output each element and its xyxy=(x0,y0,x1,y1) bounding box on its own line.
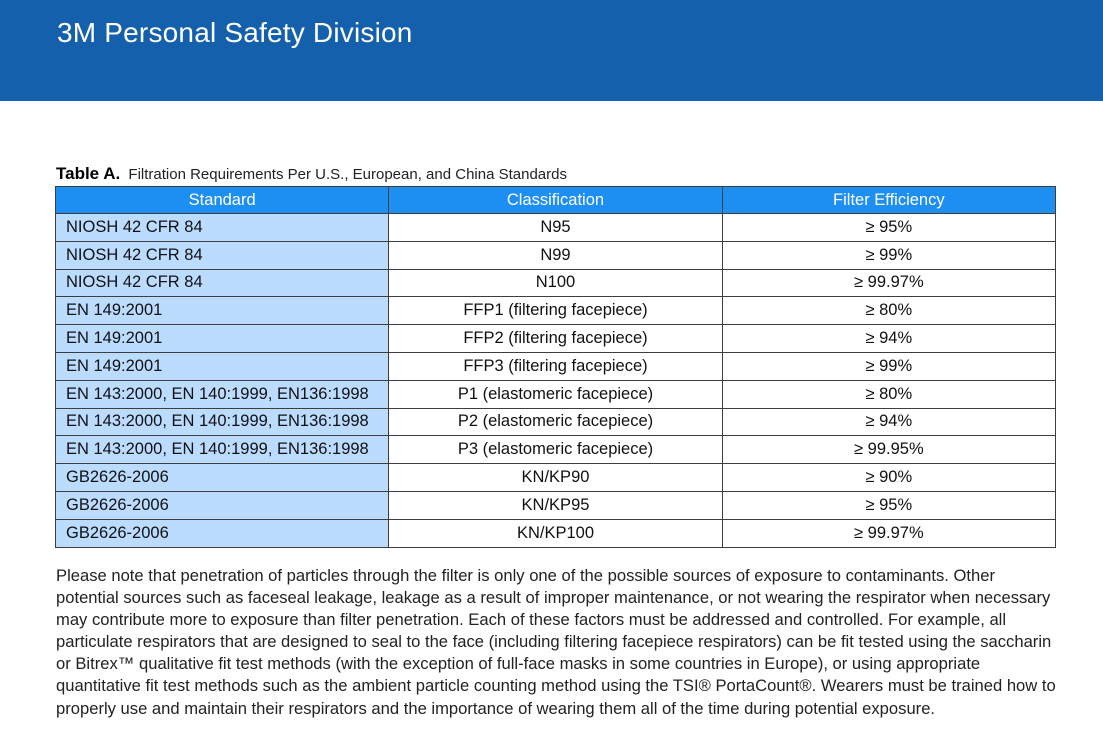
table-row: GB2626-2006 KN/KP95 ≥ 95% xyxy=(54,490,1057,520)
table-caption-label: Table A. xyxy=(56,164,121,183)
cell-standard: EN 149:2001 xyxy=(54,296,390,326)
cell-standard: EN 149:2001 xyxy=(54,324,390,353)
header-band: 3M Personal Safety Division xyxy=(0,0,1103,101)
filtration-table-container: Standard Classification Filter Efficienc… xyxy=(54,186,1057,548)
cell-standard: EN 143:2000, EN 140:1999, EN136:1998 xyxy=(54,407,390,437)
cell-classification: KN/KP90 xyxy=(388,463,723,492)
filtration-table: Standard Classification Filter Efficienc… xyxy=(54,186,1057,548)
cell-standard: EN 149:2001 xyxy=(54,351,390,381)
cell-classification: N95 xyxy=(388,213,723,242)
table-row: EN 143:2000, EN 140:1999, EN136:1998 P2 (… xyxy=(54,407,1057,437)
table-caption-text: Filtration Requirements Per U.S., Europe… xyxy=(128,166,567,183)
cell-standard: GB2626-2006 xyxy=(54,518,390,548)
cell-standard: EN 143:2000, EN 140:1999, EN136:1998 xyxy=(54,379,390,409)
cell-filter-efficiency: ≥ 99% xyxy=(721,240,1057,270)
table-row: NIOSH 42 CFR 84 N95 ≥ 95% xyxy=(54,213,1057,242)
column-header-standard: Standard xyxy=(54,186,390,214)
cell-filter-efficiency: ≥ 99.97% xyxy=(721,268,1057,298)
cell-standard: GB2626-2006 xyxy=(54,490,390,520)
table-header-row: Standard Classification Filter Efficienc… xyxy=(54,186,1057,214)
cell-classification: FFP1 (filtering facepiece) xyxy=(388,296,723,326)
cell-classification: KN/KP100 xyxy=(388,518,723,548)
cell-filter-efficiency: ≥ 80% xyxy=(721,379,1057,409)
table-row: EN 143:2000, EN 140:1999, EN136:1998 P1 (… xyxy=(54,379,1057,409)
cell-classification: P2 (elastomeric facepiece) xyxy=(388,407,723,437)
cell-classification: FFP2 (filtering facepiece) xyxy=(388,324,723,353)
cell-filter-efficiency: ≥ 99% xyxy=(721,351,1057,381)
cell-classification: N99 xyxy=(388,240,723,270)
cell-standard: NIOSH 42 CFR 84 xyxy=(54,213,390,242)
table-row: GB2626-2006 KN/KP90 ≥ 90% xyxy=(54,463,1057,492)
table-row: GB2626-2006 KN/KP100 ≥ 99.97% xyxy=(54,518,1057,548)
column-header-classification: Classification xyxy=(388,186,723,214)
table-row: NIOSH 42 CFR 84 N100 ≥ 99.97% xyxy=(54,268,1057,298)
cell-classification: P1 (elastomeric facepiece) xyxy=(388,379,723,409)
cell-classification: FFP3 (filtering facepiece) xyxy=(388,351,723,381)
cell-filter-efficiency: ≥ 99.97% xyxy=(721,518,1057,548)
cell-filter-efficiency: ≥ 94% xyxy=(721,407,1057,437)
cell-filter-efficiency: ≥ 94% xyxy=(721,324,1057,353)
table-caption: Table A. Filtration Requirements Per U.S… xyxy=(56,164,567,184)
cell-classification: N100 xyxy=(388,268,723,298)
table-row: EN 149:2001 FFP3 (filtering facepiece) ≥ 9… xyxy=(54,351,1057,381)
table-body: NIOSH 42 CFR 84 N95 ≥ 95% NIOSH 42 CFR 84 N9… xyxy=(54,213,1057,548)
cell-classification: P3 (elastomeric facepiece) xyxy=(388,435,723,465)
cell-filter-efficiency: ≥ 90% xyxy=(721,463,1057,492)
cell-standard: EN 143:2000, EN 140:1999, EN136:1998 xyxy=(54,435,390,465)
column-header-filter-efficiency: Filter Efficiency xyxy=(721,186,1057,214)
table-row: EN 143:2000, EN 140:1999, EN136:1998 P3 (… xyxy=(54,435,1057,465)
cell-filter-efficiency: ≥ 80% xyxy=(721,296,1057,326)
page-title: 3M Personal Safety Division xyxy=(57,17,413,48)
cell-filter-efficiency: ≥ 99.95% xyxy=(721,435,1057,465)
table-row: EN 149:2001 FFP1 (filtering facepiece) ≥ 8… xyxy=(54,296,1057,326)
cell-standard: NIOSH 42 CFR 84 xyxy=(54,268,390,298)
cell-standard: NIOSH 42 CFR 84 xyxy=(54,240,390,270)
cell-classification: KN/KP95 xyxy=(388,490,723,520)
cell-filter-efficiency: ≥ 95% xyxy=(721,213,1057,242)
table-row: EN 149:2001 FFP2 (filtering facepiece) ≥ 9… xyxy=(54,324,1057,353)
table-row: NIOSH 42 CFR 84 N99 ≥ 99% xyxy=(54,240,1057,270)
cell-standard: GB2626-2006 xyxy=(54,463,390,492)
explanatory-note: Please note that penetration of particle… xyxy=(56,566,1056,718)
cell-filter-efficiency: ≥ 95% xyxy=(721,490,1057,520)
